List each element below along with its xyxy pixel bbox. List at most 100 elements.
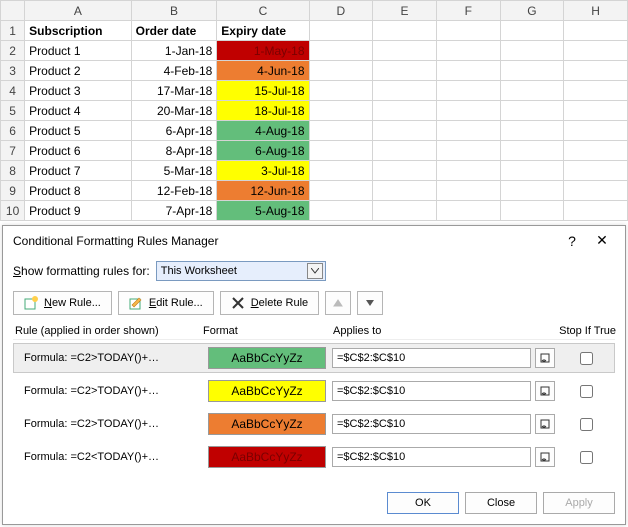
- cell[interactable]: [500, 81, 564, 101]
- apply-button[interactable]: Apply: [543, 492, 615, 514]
- cell[interactable]: [309, 61, 373, 81]
- row-header[interactable]: 5: [1, 101, 25, 121]
- cell[interactable]: [309, 121, 373, 141]
- stop-if-true-checkbox[interactable]: [580, 352, 593, 365]
- cell[interactable]: [564, 81, 628, 101]
- cell[interactable]: [564, 181, 628, 201]
- cell[interactable]: [500, 121, 564, 141]
- select-all-corner[interactable]: [1, 1, 25, 21]
- cell[interactable]: 6-Apr-18: [131, 121, 217, 141]
- row-header[interactable]: 6: [1, 121, 25, 141]
- cell[interactable]: [500, 61, 564, 81]
- column-header[interactable]: D: [309, 1, 373, 21]
- cell[interactable]: 6-Aug-18: [217, 141, 309, 161]
- cell[interactable]: [436, 121, 500, 141]
- stop-if-true-checkbox[interactable]: [580, 385, 593, 398]
- cell[interactable]: [436, 201, 500, 221]
- cell[interactable]: [373, 181, 437, 201]
- rule-row[interactable]: Formula: =C2<TODAY()+…AaBbCcYyZz: [13, 442, 615, 472]
- cell[interactable]: [564, 21, 628, 41]
- cell[interactable]: [564, 201, 628, 221]
- ok-button[interactable]: OK: [387, 492, 459, 514]
- delete-rule-button[interactable]: Delete Rule: [220, 291, 320, 315]
- cell[interactable]: 1-May-18: [217, 41, 309, 61]
- row-header[interactable]: 2: [1, 41, 25, 61]
- cell[interactable]: [373, 41, 437, 61]
- column-header[interactable]: E: [373, 1, 437, 21]
- cell[interactable]: [373, 21, 437, 41]
- applies-to-input[interactable]: [332, 447, 531, 467]
- spreadsheet-grid[interactable]: ABCDEFGH 1SubscriptionOrder dateExpiry d…: [0, 0, 628, 221]
- cell[interactable]: Product 4: [25, 101, 132, 121]
- cell[interactable]: [309, 81, 373, 101]
- range-selector-button[interactable]: [535, 348, 555, 368]
- cell[interactable]: 15-Jul-18: [217, 81, 309, 101]
- rule-row[interactable]: Formula: =C2>TODAY()+…AaBbCcYyZz: [13, 409, 615, 439]
- column-header[interactable]: H: [564, 1, 628, 21]
- cell[interactable]: [373, 61, 437, 81]
- cell[interactable]: [500, 201, 564, 221]
- cell[interactable]: [436, 141, 500, 161]
- cell[interactable]: Product 7: [25, 161, 132, 181]
- cell[interactable]: [500, 141, 564, 161]
- cell[interactable]: 5-Mar-18: [131, 161, 217, 181]
- cell[interactable]: [309, 141, 373, 161]
- cell[interactable]: 20-Mar-18: [131, 101, 217, 121]
- cell[interactable]: 4-Feb-18: [131, 61, 217, 81]
- rule-row[interactable]: Formula: =C2>TODAY()+…AaBbCcYyZz: [13, 343, 615, 373]
- range-selector-button[interactable]: [535, 381, 555, 401]
- cell[interactable]: Product 2: [25, 61, 132, 81]
- row-header[interactable]: 10: [1, 201, 25, 221]
- dialog-titlebar[interactable]: Conditional Formatting Rules Manager ? ✕: [3, 226, 625, 255]
- cell[interactable]: Subscription: [25, 21, 132, 41]
- cell[interactable]: [373, 161, 437, 181]
- cell[interactable]: Product 9: [25, 201, 132, 221]
- cell[interactable]: Product 6: [25, 141, 132, 161]
- move-down-button[interactable]: [357, 291, 383, 315]
- cell[interactable]: 12-Jun-18: [217, 181, 309, 201]
- cell[interactable]: [309, 21, 373, 41]
- cell[interactable]: Order date: [131, 21, 217, 41]
- cell[interactable]: 7-Apr-18: [131, 201, 217, 221]
- move-up-button[interactable]: [325, 291, 351, 315]
- cell[interactable]: [564, 161, 628, 181]
- cell[interactable]: [309, 161, 373, 181]
- cell[interactable]: Product 3: [25, 81, 132, 101]
- rule-row[interactable]: Formula: =C2>TODAY()+…AaBbCcYyZz: [13, 376, 615, 406]
- cell[interactable]: 1-Jan-18: [131, 41, 217, 61]
- cell[interactable]: [436, 101, 500, 121]
- cell[interactable]: [373, 81, 437, 101]
- cell[interactable]: Expiry date: [217, 21, 309, 41]
- cell[interactable]: [436, 61, 500, 81]
- row-header[interactable]: 4: [1, 81, 25, 101]
- cell[interactable]: 3-Jul-18: [217, 161, 309, 181]
- scope-dropdown[interactable]: This Worksheet: [156, 261, 326, 281]
- cell[interactable]: [436, 181, 500, 201]
- cell[interactable]: [373, 201, 437, 221]
- cell[interactable]: Product 8: [25, 181, 132, 201]
- column-header[interactable]: B: [131, 1, 217, 21]
- row-header[interactable]: 8: [1, 161, 25, 181]
- help-button[interactable]: ?: [557, 233, 587, 249]
- row-header[interactable]: 7: [1, 141, 25, 161]
- cell[interactable]: [436, 41, 500, 61]
- cell[interactable]: 18-Jul-18: [217, 101, 309, 121]
- stop-if-true-checkbox[interactable]: [580, 451, 593, 464]
- row-header[interactable]: 3: [1, 61, 25, 81]
- cell[interactable]: [564, 141, 628, 161]
- cell[interactable]: [564, 61, 628, 81]
- row-header[interactable]: 9: [1, 181, 25, 201]
- cell[interactable]: [564, 101, 628, 121]
- applies-to-input[interactable]: [332, 414, 531, 434]
- range-selector-button[interactable]: [535, 447, 555, 467]
- cell[interactable]: 4-Jun-18: [217, 61, 309, 81]
- cell[interactable]: [373, 121, 437, 141]
- cell[interactable]: [373, 101, 437, 121]
- cell[interactable]: [500, 181, 564, 201]
- applies-to-input[interactable]: [332, 381, 531, 401]
- close-icon[interactable]: ✕: [587, 232, 617, 249]
- cell[interactable]: [309, 101, 373, 121]
- cell[interactable]: [500, 21, 564, 41]
- cell[interactable]: [373, 141, 437, 161]
- new-rule-button[interactable]: New Rule...: [13, 291, 112, 315]
